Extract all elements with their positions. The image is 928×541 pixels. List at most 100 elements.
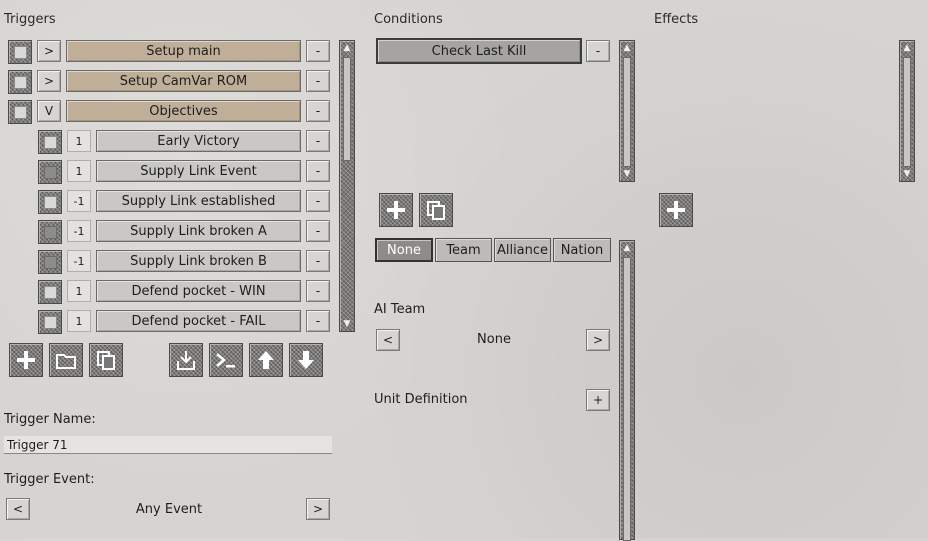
- trigger-list-scrollbar[interactable]: ▲ ▼: [339, 40, 355, 332]
- remove-trigger-button[interactable]: -: [306, 250, 330, 272]
- tab-team[interactable]: Team: [435, 238, 492, 262]
- remove-trigger-button[interactable]: -: [306, 130, 330, 152]
- console-button[interactable]: [209, 343, 243, 377]
- condition-item[interactable]: Check Last Kill: [376, 38, 582, 64]
- trigger-label[interactable]: Defend pocket - FAIL: [96, 310, 301, 332]
- checkbox-mark: [43, 195, 57, 209]
- trigger-label[interactable]: Supply Link broken B: [96, 250, 301, 272]
- remove-condition-button[interactable]: -: [586, 40, 610, 62]
- trigger-enable-checkbox[interactable]: [38, 310, 62, 334]
- unit-definition-label: Unit Definition: [374, 392, 468, 407]
- scroll-thumb[interactable]: [623, 57, 631, 167]
- move-down-icon: [298, 351, 314, 369]
- trigger-priority[interactable]: -1: [67, 250, 91, 272]
- folder-icon: [56, 354, 76, 369]
- trigger-label[interactable]: Early Victory: [96, 130, 301, 152]
- add-trigger-button[interactable]: [9, 343, 43, 377]
- trigger-enable-checkbox[interactable]: [38, 220, 62, 244]
- trigger-expand-button[interactable]: >: [37, 70, 61, 92]
- trigger-label[interactable]: Setup CamVar ROM: [66, 70, 301, 92]
- trigger-label[interactable]: Objectives: [66, 100, 301, 122]
- trigger-name-input[interactable]: Trigger 71: [4, 436, 332, 454]
- tab-alliance[interactable]: Alliance: [494, 238, 551, 262]
- conditions-scrollbar[interactable]: ▲ ▼: [619, 40, 635, 182]
- move-down-button[interactable]: [289, 343, 323, 377]
- trigger-enable-checkbox[interactable]: [38, 280, 62, 304]
- tab-none[interactable]: None: [375, 238, 433, 262]
- remove-trigger-button[interactable]: -: [306, 280, 330, 302]
- trigger-priority[interactable]: 1: [67, 160, 91, 182]
- add-effect-button[interactable]: [659, 193, 693, 227]
- add-condition-button[interactable]: [379, 193, 413, 227]
- trigger-event-prev-button[interactable]: <: [6, 498, 30, 520]
- scroll-up-arrow-icon[interactable]: ▲: [342, 43, 352, 53]
- trigger-event-next-button[interactable]: >: [306, 498, 330, 520]
- condition-params-scrollbar[interactable]: ▲: [619, 240, 635, 541]
- trigger-label[interactable]: Defend pocket - WIN: [96, 280, 301, 302]
- remove-trigger-button[interactable]: -: [306, 40, 330, 62]
- trigger-enable-checkbox[interactable]: [38, 190, 62, 214]
- scroll-down-arrow-icon[interactable]: ▼: [902, 169, 912, 179]
- remove-trigger-button[interactable]: -: [306, 70, 330, 92]
- console-icon: [216, 353, 235, 368]
- trigger-expand-button[interactable]: >: [37, 40, 61, 62]
- import-icon: [177, 351, 195, 370]
- trigger-event-label: Trigger Event:: [4, 472, 95, 487]
- trigger-priority[interactable]: 1: [67, 280, 91, 302]
- checkbox-mark: [13, 75, 27, 89]
- tab-nation[interactable]: Nation: [553, 238, 611, 262]
- import-trigger-button[interactable]: [169, 343, 203, 377]
- ai-team-next-button[interactable]: >: [586, 329, 610, 351]
- checkbox-mark: [13, 105, 27, 119]
- scroll-thumb[interactable]: [343, 57, 351, 161]
- scroll-up-arrow-icon[interactable]: ▲: [622, 43, 632, 53]
- scroll-up-arrow-icon[interactable]: ▲: [902, 43, 912, 53]
- trigger-enable-checkbox[interactable]: [8, 100, 32, 124]
- trigger-enable-checkbox[interactable]: [8, 40, 32, 64]
- add-folder-button[interactable]: [49, 343, 83, 377]
- ai-team-value: None: [477, 332, 511, 347]
- add-icon: [17, 351, 35, 369]
- trigger-priority[interactable]: 1: [67, 310, 91, 332]
- add-icon: [667, 201, 685, 219]
- trigger-label[interactable]: Supply Link broken A: [96, 220, 301, 242]
- add-unit-definition-button[interactable]: +: [586, 389, 610, 411]
- checkbox-mark: [43, 165, 57, 179]
- trigger-priority[interactable]: -1: [67, 190, 91, 212]
- trigger-label[interactable]: Supply Link established: [96, 190, 301, 212]
- trigger-enable-checkbox[interactable]: [38, 250, 62, 274]
- trigger-priority[interactable]: 1: [67, 130, 91, 152]
- scroll-up-arrow-icon[interactable]: ▲: [622, 243, 632, 253]
- remove-trigger-button[interactable]: -: [306, 220, 330, 242]
- scroll-down-arrow-icon[interactable]: ▼: [622, 169, 632, 179]
- triggers-header: Triggers: [4, 12, 56, 27]
- scroll-thumb[interactable]: [623, 257, 631, 541]
- trigger-enable-checkbox[interactable]: [8, 70, 32, 94]
- ai-team-prev-button[interactable]: <: [376, 329, 400, 351]
- checkbox-mark: [43, 255, 57, 269]
- trigger-priority[interactable]: -1: [67, 220, 91, 242]
- ai-team-label: AI Team: [374, 302, 426, 317]
- trigger-enable-checkbox[interactable]: [38, 130, 62, 154]
- trigger-enable-checkbox[interactable]: [38, 160, 62, 184]
- checkbox-mark: [13, 45, 27, 59]
- conditions-header: Conditions: [374, 12, 443, 27]
- effects-scrollbar[interactable]: ▲ ▼: [899, 40, 915, 182]
- checkbox-mark: [43, 135, 57, 149]
- scroll-thumb[interactable]: [903, 57, 911, 167]
- checkbox-mark: [43, 315, 57, 329]
- scroll-down-arrow-icon[interactable]: ▼: [342, 319, 352, 329]
- copy-icon: [427, 201, 445, 220]
- trigger-label[interactable]: Setup main: [66, 40, 301, 62]
- remove-trigger-button[interactable]: -: [306, 190, 330, 212]
- move-up-button[interactable]: [249, 343, 283, 377]
- trigger-label[interactable]: Supply Link Event: [96, 160, 301, 182]
- copy-condition-button[interactable]: [419, 193, 453, 227]
- remove-trigger-button[interactable]: -: [306, 160, 330, 182]
- effects-header: Effects: [654, 12, 699, 27]
- trigger-event-value: Any Event: [135, 502, 203, 517]
- remove-trigger-button[interactable]: -: [306, 310, 330, 332]
- trigger-expand-button[interactable]: V: [37, 100, 61, 122]
- copy-trigger-button[interactable]: [89, 343, 123, 377]
- remove-trigger-button[interactable]: -: [306, 100, 330, 122]
